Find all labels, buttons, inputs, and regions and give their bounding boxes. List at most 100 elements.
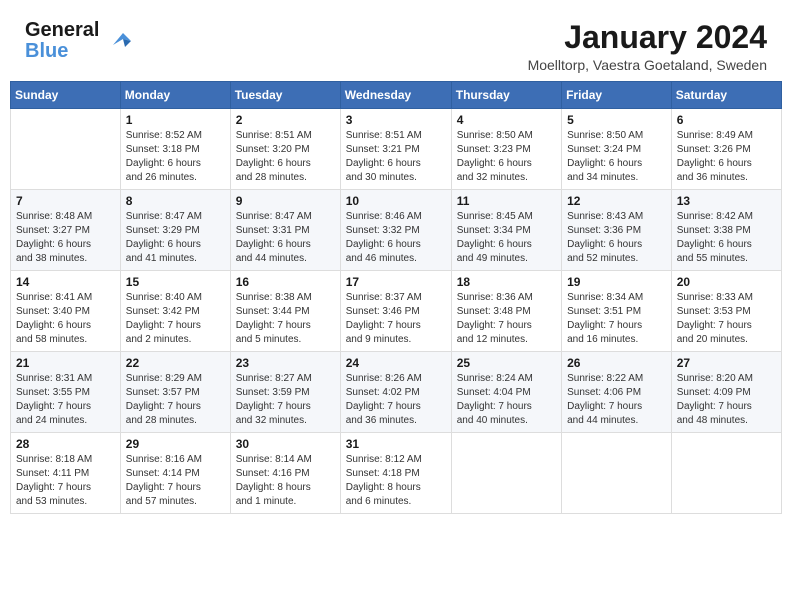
day-number: 9 (236, 194, 335, 208)
day-info: Sunrise: 8:40 AM Sunset: 3:42 PM Dayligh… (126, 291, 225, 347)
calendar-day-cell (451, 433, 561, 514)
day-info: Sunrise: 8:46 AM Sunset: 3:32 PM Dayligh… (346, 210, 446, 266)
logo-line2: Blue (25, 41, 99, 62)
day-number: 6 (677, 113, 776, 127)
day-of-week-header: Saturday (671, 82, 781, 109)
day-info: Sunrise: 8:12 AM Sunset: 4:18 PM Dayligh… (346, 453, 446, 509)
day-info: Sunrise: 8:50 AM Sunset: 3:23 PM Dayligh… (457, 129, 556, 185)
calendar-day-cell: 10 Sunrise: 8:46 AM Sunset: 3:32 PM Dayli… (340, 190, 451, 271)
calendar-table: SundayMondayTuesdayWednesdayThursdayFrid… (10, 81, 782, 514)
calendar-day-cell: 31 Sunrise: 8:12 AM Sunset: 4:18 PM Dayli… (340, 433, 451, 514)
day-number: 3 (346, 113, 446, 127)
day-info: Sunrise: 8:33 AM Sunset: 3:53 PM Dayligh… (677, 291, 776, 347)
day-info: Sunrise: 8:34 AM Sunset: 3:51 PM Dayligh… (567, 291, 666, 347)
day-number: 15 (126, 275, 225, 289)
calendar-day-cell: 3Sunrise: 8:51 AM Sunset: 3:21 PM Daylig… (340, 109, 451, 190)
calendar-day-cell: 21Sunrise: 8:31 AM Sunset: 3:55 PM Dayli… (11, 352, 121, 433)
day-info: Sunrise: 8:36 AM Sunset: 3:48 PM Dayligh… (457, 291, 556, 347)
day-number: 29 (126, 437, 225, 451)
day-info: Sunrise: 8:29 AM Sunset: 3:57 PM Dayligh… (126, 372, 225, 428)
calendar-day-cell: 8Sunrise: 8:47 AM Sunset: 3:29 PM Daylig… (120, 190, 230, 271)
day-info: Sunrise: 8:45 AM Sunset: 3:34 PM Dayligh… (457, 210, 556, 266)
day-info: Sunrise: 8:47 AM Sunset: 3:31 PM Dayligh… (236, 210, 335, 266)
month-year-title: January 2024 (528, 20, 767, 55)
logo-bird-icon (103, 25, 135, 57)
location-subtitle: Moelltorp, Vaestra Goetaland, Sweden (528, 57, 767, 73)
day-of-week-header: Tuesday (230, 82, 340, 109)
calendar-day-cell: 14 Sunrise: 8:41 AM Sunset: 3:40 PM Dayli… (11, 271, 121, 352)
day-number: 30 (236, 437, 335, 451)
day-info: Sunrise: 8:22 AM Sunset: 4:06 PM Dayligh… (567, 372, 666, 428)
day-number: 27 (677, 356, 776, 370)
calendar-day-cell: 16Sunrise: 8:38 AM Sunset: 3:44 PM Dayli… (230, 271, 340, 352)
day-info: Sunrise: 8:14 AM Sunset: 4:16 PM Dayligh… (236, 453, 335, 509)
day-info: Sunrise: 8:20 AM Sunset: 4:09 PM Dayligh… (677, 372, 776, 428)
day-info: Sunrise: 8:42 AM Sunset: 3:38 PM Dayligh… (677, 210, 776, 266)
day-of-week-header: Thursday (451, 82, 561, 109)
day-number: 24 (346, 356, 446, 370)
calendar-day-cell (671, 433, 781, 514)
calendar-day-cell: 24 Sunrise: 8:26 AM Sunset: 4:02 PM Dayli… (340, 352, 451, 433)
day-number: 14 (16, 275, 115, 289)
day-number: 7 (16, 194, 115, 208)
calendar-week-row: 28 Sunrise: 8:18 AM Sunset: 4:11 PM Dayli… (11, 433, 782, 514)
calendar-day-cell: 22 Sunrise: 8:29 AM Sunset: 3:57 PM Dayli… (120, 352, 230, 433)
calendar-day-cell: 7 Sunrise: 8:48 AM Sunset: 3:27 PM Daylig… (11, 190, 121, 271)
calendar-header-row: SundayMondayTuesdayWednesdayThursdayFrid… (11, 82, 782, 109)
day-of-week-header: Friday (562, 82, 672, 109)
day-info: Sunrise: 8:48 AM Sunset: 3:27 PM Dayligh… (16, 210, 115, 266)
day-info: Sunrise: 8:52 AM Sunset: 3:18 PM Dayligh… (126, 129, 225, 185)
day-info: Sunrise: 8:50 AM Sunset: 3:24 PM Dayligh… (567, 129, 666, 185)
calendar-day-cell: 9 Sunrise: 8:47 AM Sunset: 3:31 PM Daylig… (230, 190, 340, 271)
day-number: 10 (346, 194, 446, 208)
day-number: 11 (457, 194, 556, 208)
day-number: 22 (126, 356, 225, 370)
day-number: 1 (126, 113, 225, 127)
calendar-day-cell (11, 109, 121, 190)
day-of-week-header: Wednesday (340, 82, 451, 109)
day-of-week-header: Sunday (11, 82, 121, 109)
day-number: 8 (126, 194, 225, 208)
day-info: Sunrise: 8:41 AM Sunset: 3:40 PM Dayligh… (16, 291, 115, 347)
day-info: Sunrise: 8:24 AM Sunset: 4:04 PM Dayligh… (457, 372, 556, 428)
calendar-day-cell: 25Sunrise: 8:24 AM Sunset: 4:04 PM Dayli… (451, 352, 561, 433)
calendar-day-cell: 18Sunrise: 8:36 AM Sunset: 3:48 PM Dayli… (451, 271, 561, 352)
day-number: 2 (236, 113, 335, 127)
calendar-day-cell: 20 Sunrise: 8:33 AM Sunset: 3:53 PM Dayli… (671, 271, 781, 352)
calendar-day-cell: 1 Sunrise: 8:52 AM Sunset: 3:18 PM Daylig… (120, 109, 230, 190)
day-number: 23 (236, 356, 335, 370)
calendar-day-cell: 2 Sunrise: 8:51 AM Sunset: 3:20 PM Daylig… (230, 109, 340, 190)
calendar-day-cell: 4 Sunrise: 8:50 AM Sunset: 3:23 PM Daylig… (451, 109, 561, 190)
calendar-day-cell: 13 Sunrise: 8:42 AM Sunset: 3:38 PM Dayli… (671, 190, 781, 271)
calendar-week-row: 7 Sunrise: 8:48 AM Sunset: 3:27 PM Daylig… (11, 190, 782, 271)
day-number: 4 (457, 113, 556, 127)
day-info: Sunrise: 8:26 AM Sunset: 4:02 PM Dayligh… (346, 372, 446, 428)
page-header: General Blue January 2024 Moelltorp, Vae… (10, 10, 782, 81)
calendar-day-cell: 12Sunrise: 8:43 AM Sunset: 3:36 PM Dayli… (562, 190, 672, 271)
day-number: 31 (346, 437, 446, 451)
day-info: Sunrise: 8:31 AM Sunset: 3:55 PM Dayligh… (16, 372, 115, 428)
day-info: Sunrise: 8:16 AM Sunset: 4:14 PM Dayligh… (126, 453, 225, 509)
calendar-day-cell: 29 Sunrise: 8:16 AM Sunset: 4:14 PM Dayli… (120, 433, 230, 514)
logo-line1: General (25, 20, 99, 41)
calendar-day-cell: 28 Sunrise: 8:18 AM Sunset: 4:11 PM Dayli… (11, 433, 121, 514)
calendar-day-cell: 5Sunrise: 8:50 AM Sunset: 3:24 PM Daylig… (562, 109, 672, 190)
day-number: 19 (567, 275, 666, 289)
calendar-day-cell: 6Sunrise: 8:49 AM Sunset: 3:26 PM Daylig… (671, 109, 781, 190)
calendar-day-cell: 19 Sunrise: 8:34 AM Sunset: 3:51 PM Dayli… (562, 271, 672, 352)
calendar-day-cell: 17Sunrise: 8:37 AM Sunset: 3:46 PM Dayli… (340, 271, 451, 352)
calendar-day-cell (562, 433, 672, 514)
day-info: Sunrise: 8:43 AM Sunset: 3:36 PM Dayligh… (567, 210, 666, 266)
day-info: Sunrise: 8:27 AM Sunset: 3:59 PM Dayligh… (236, 372, 335, 428)
day-number: 13 (677, 194, 776, 208)
calendar-week-row: 21Sunrise: 8:31 AM Sunset: 3:55 PM Dayli… (11, 352, 782, 433)
logo: General Blue (25, 20, 135, 62)
day-info: Sunrise: 8:18 AM Sunset: 4:11 PM Dayligh… (16, 453, 115, 509)
day-info: Sunrise: 8:51 AM Sunset: 3:20 PM Dayligh… (236, 129, 335, 185)
day-number: 28 (16, 437, 115, 451)
day-info: Sunrise: 8:37 AM Sunset: 3:46 PM Dayligh… (346, 291, 446, 347)
calendar-day-cell: 27 Sunrise: 8:20 AM Sunset: 4:09 PM Dayli… (671, 352, 781, 433)
calendar-day-cell: 15 Sunrise: 8:40 AM Sunset: 3:42 PM Dayli… (120, 271, 230, 352)
calendar-day-cell: 23 Sunrise: 8:27 AM Sunset: 3:59 PM Dayli… (230, 352, 340, 433)
day-number: 20 (677, 275, 776, 289)
